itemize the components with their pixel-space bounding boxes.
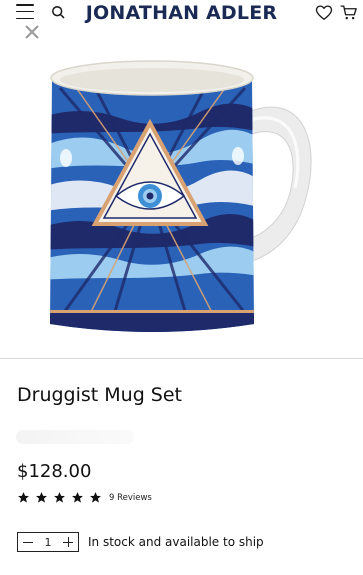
blurred-subtitle (16, 430, 134, 444)
product-title: Druggist Mug Set (17, 384, 183, 406)
cart-icon[interactable] (340, 4, 358, 21)
rating-row[interactable]: 9 Reviews (17, 491, 152, 504)
product-price: $128.00 (17, 461, 92, 482)
star-icon (54, 492, 65, 503)
close-icon[interactable] (24, 24, 40, 40)
quantity-stepper: 1 (17, 532, 79, 552)
star-icon (18, 492, 29, 503)
star-icon (36, 492, 47, 503)
search-icon[interactable] (50, 4, 67, 21)
section-divider (0, 358, 363, 359)
quantity-value[interactable]: 1 (45, 536, 52, 549)
star-rating (17, 491, 102, 504)
heart-icon[interactable] (315, 4, 333, 21)
star-icon (72, 492, 83, 503)
menu-icon[interactable] (16, 4, 34, 20)
plus-icon[interactable] (63, 537, 73, 547)
star-icon (90, 492, 101, 503)
mug-image (0, 28, 363, 358)
minus-icon[interactable] (23, 537, 33, 547)
stock-status: In stock and available to ship (88, 535, 264, 549)
reviews-link[interactable]: 9 Reviews (109, 493, 152, 503)
site-header: JONATHAN ADLER (0, 0, 363, 28)
